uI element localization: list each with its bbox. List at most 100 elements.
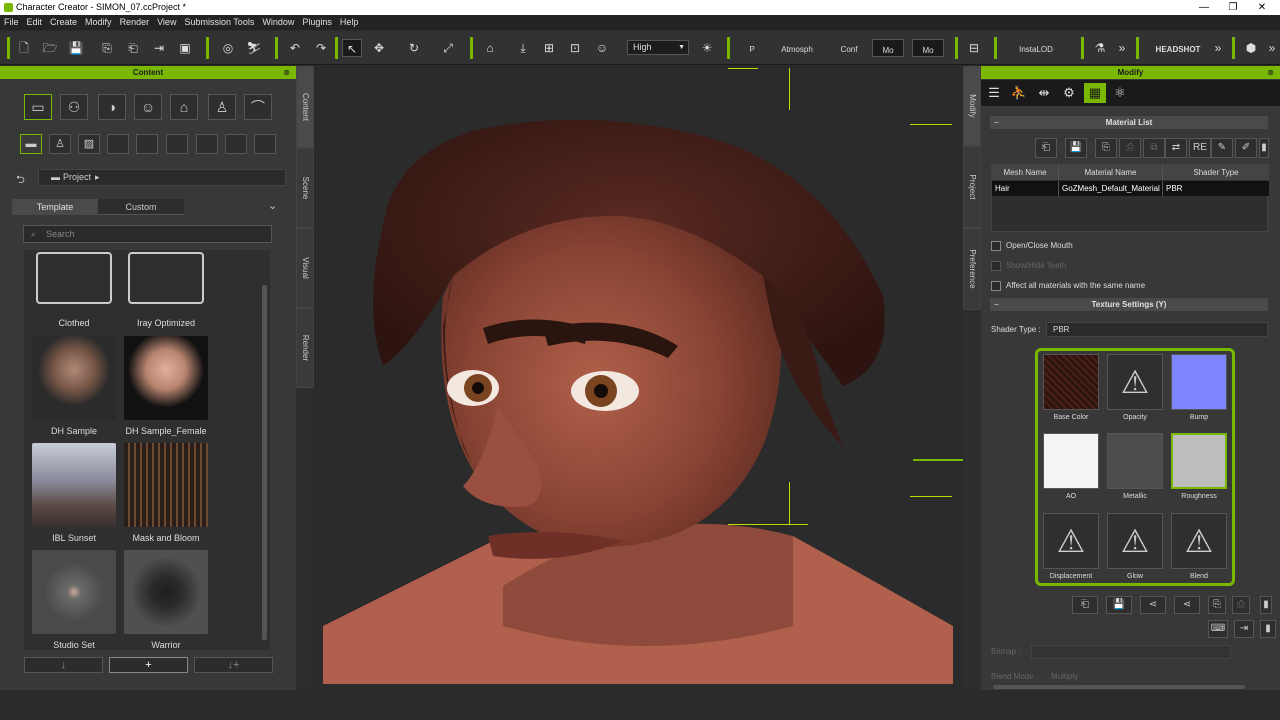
material-icon[interactable]: ▦: [1084, 83, 1106, 103]
content-item-warrior[interactable]: Warrior: [124, 550, 208, 650]
breadcrumb[interactable]: ▬ Project ▸: [38, 169, 286, 186]
copy-texture-icon[interactable]: ⎘: [1208, 596, 1226, 614]
menu-plugins[interactable]: Plugins: [298, 15, 336, 30]
load-texture-icon[interactable]: ⎗: [1072, 596, 1098, 614]
drop-to-floor-icon[interactable]: ⤓: [513, 39, 533, 57]
content-item-dh-sample[interactable]: DH Sample: [32, 336, 116, 436]
3d-viewport[interactable]: [323, 66, 953, 684]
more-arrows-icon[interactable]: »: [1112, 39, 1132, 57]
category-project-button[interactable]: ▭: [24, 94, 52, 120]
chevron-down-circle-icon[interactable]: ⌄: [268, 199, 277, 212]
category-materials-button[interactable]: ◑: [98, 94, 126, 120]
sub-character-button[interactable]: ♙: [49, 134, 71, 154]
category-pose-button[interactable]: ♙: [208, 94, 236, 120]
menu-view[interactable]: View: [153, 15, 180, 30]
quality-select[interactable]: High ▼: [627, 40, 689, 55]
modify-scrollbar[interactable]: [993, 685, 1245, 689]
apply-down-button[interactable]: ↓: [24, 657, 103, 673]
fit-view-icon[interactable]: ⊞: [539, 39, 559, 57]
texture-base-color[interactable]: Base Color: [1043, 354, 1099, 421]
menu-modify[interactable]: Modify: [81, 15, 116, 30]
open-mouth-checkbox[interactable]: Open/Close Mouth: [991, 241, 1073, 251]
texture-ao[interactable]: AO: [1043, 433, 1099, 500]
picker-icon[interactable]: ✐: [1235, 138, 1257, 158]
menu-help[interactable]: Help: [336, 15, 363, 30]
side-tab-scene[interactable]: Scene: [296, 148, 314, 228]
save-material-icon[interactable]: 💾: [1065, 138, 1087, 158]
sub-image-button[interactable]: ▨: [78, 134, 100, 154]
attribute-icon[interactable]: ⇹: [1033, 83, 1055, 103]
menu-create[interactable]: Create: [46, 15, 81, 30]
side-tab-content[interactable]: Content: [296, 66, 314, 148]
avatar-tool-icon[interactable]: ⊟: [964, 39, 984, 57]
select-tool-icon[interactable]: ↖: [342, 39, 362, 57]
maximize-button[interactable]: ❐: [1219, 1, 1247, 14]
save-texture-icon[interactable]: 💾: [1106, 596, 1132, 614]
camera-orbit-icon[interactable]: ◎: [218, 39, 238, 57]
shader-type-select[interactable]: PBR: [1046, 322, 1268, 337]
side-tab-modify[interactable]: Modify: [963, 66, 981, 146]
new-file-icon[interactable]: 🗋: [14, 39, 34, 57]
mo-button[interactable]: Mo: [872, 39, 904, 57]
export-icon[interactable]: ⎗: [123, 39, 143, 57]
copy-material-icon[interactable]: ⎘: [1095, 138, 1117, 158]
menu-window[interactable]: Window: [258, 15, 298, 30]
paste-texture-icon[interactable]: ⎙: [1232, 596, 1250, 614]
side-tab-project[interactable]: Project: [963, 146, 981, 228]
conf-button[interactable]: Conf: [830, 39, 868, 57]
duplicate-material-icon[interactable]: ⧉: [1143, 138, 1165, 158]
texture-blend[interactable]: ⚠ Blend: [1171, 513, 1227, 580]
plugin-icon[interactable]: ⬢: [1241, 39, 1261, 57]
p-button[interactable]: P: [737, 39, 767, 57]
more-arrows-icon[interactable]: »: [1262, 39, 1280, 57]
close-panel-icon[interactable]: ⊗: [283, 66, 290, 79]
send-icon[interactable]: ⇥: [149, 39, 169, 57]
content-scrollbar[interactable]: [262, 285, 267, 640]
side-tab-visual[interactable]: Visual: [296, 228, 314, 308]
texture-glow[interactable]: ⚠ Glow: [1107, 513, 1163, 580]
content-item-dh-sample-female[interactable]: DH Sample_Female: [124, 336, 208, 436]
morph-tool-icon[interactable]: ⚗: [1090, 39, 1110, 57]
more-arrows-icon[interactable]: »: [1208, 39, 1228, 57]
more-icon[interactable]: ▮: [1260, 620, 1276, 638]
affect-all-checkbox[interactable]: Affect all materials with the same name: [991, 281, 1145, 291]
menu-file[interactable]: File: [0, 15, 23, 30]
texture-settings-header[interactable]: − Texture Settings (Y): [990, 298, 1268, 311]
rotate-tool-icon[interactable]: ↻: [404, 39, 424, 57]
tab-custom[interactable]: Custom: [98, 199, 184, 215]
atmosphere-button[interactable]: Atmosph: [772, 39, 822, 57]
menu-submission-tools[interactable]: Submission Tools: [180, 15, 258, 30]
share-alt-icon[interactable]: ⋖: [1174, 596, 1200, 614]
walk-icon[interactable]: ⛷: [244, 39, 264, 57]
content-item-clothed[interactable]: Clothed: [32, 250, 116, 328]
physics-icon[interactable]: ⚛: [1109, 83, 1131, 103]
menu-render[interactable]: Render: [116, 15, 154, 30]
import-icon[interactable]: ⎘: [97, 39, 117, 57]
texture-opacity[interactable]: ⚠ Opacity: [1107, 354, 1163, 421]
menu-edit[interactable]: Edit: [23, 15, 47, 30]
texture-roughness[interactable]: Roughness: [1171, 433, 1227, 500]
face-view-icon[interactable]: ☺: [592, 39, 612, 57]
redo-icon[interactable]: ↷: [311, 39, 331, 57]
show-teeth-checkbox[interactable]: Show/Hide Teeth: [991, 261, 1066, 271]
motion-icon[interactable]: ⛹: [1008, 83, 1030, 103]
content-item-ibl-sunset[interactable]: IBL Sunset: [32, 443, 116, 543]
search-input[interactable]: ⌕ Search: [23, 225, 272, 243]
paste-material-icon[interactable]: ⎙: [1119, 138, 1141, 158]
more-icon[interactable]: ▮: [1259, 138, 1269, 158]
import-icon[interactable]: ⇥: [1234, 620, 1254, 638]
more-icon[interactable]: ▮: [1260, 596, 1272, 614]
texture-displacement[interactable]: ⚠ Displacement: [1043, 513, 1099, 580]
home-view-icon[interactable]: ⌂: [480, 39, 500, 57]
close-panel-icon[interactable]: ⊗: [1267, 66, 1274, 79]
category-character-button[interactable]: ⚇: [60, 94, 88, 120]
texture-bump[interactable]: Bump: [1171, 354, 1227, 421]
content-item-mask-and-bloom[interactable]: Mask and Bloom: [124, 443, 208, 543]
material-list-header[interactable]: − Material List: [990, 116, 1268, 129]
morph-icon[interactable]: ⚙: [1058, 83, 1080, 103]
side-tab-preference[interactable]: Preference: [963, 228, 981, 310]
share-icon[interactable]: ⋖: [1140, 596, 1166, 614]
camera-frame-icon[interactable]: ⊡: [565, 39, 585, 57]
table-row[interactable]: Hair GoZMesh_Default_Material PBR: [992, 181, 1269, 196]
side-tab-render[interactable]: Render: [296, 308, 314, 388]
